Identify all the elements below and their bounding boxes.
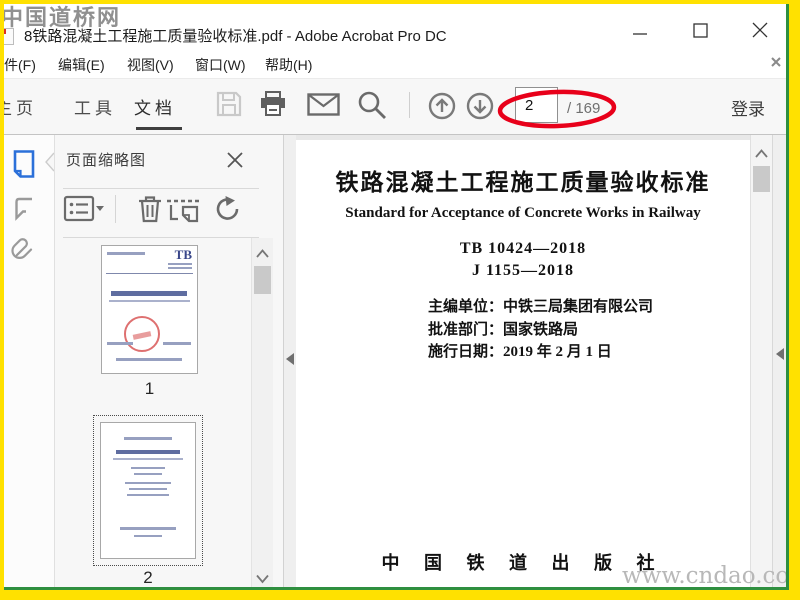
thumbnail-tb-code: TB bbox=[174, 247, 192, 262]
minimize-button-icon[interactable] bbox=[631, 24, 649, 42]
document-title-en: Standard for Acceptance of Concrete Work… bbox=[345, 205, 701, 221]
document-title-cn: 铁路混凝土工程施工质量验收标准 bbox=[335, 170, 711, 195]
thumbnail-page-2[interactable] bbox=[100, 422, 196, 559]
active-tab-underline bbox=[136, 127, 182, 130]
document-top-edge bbox=[296, 135, 750, 140]
save-icon[interactable] bbox=[215, 90, 243, 118]
document-code-tb: TB 10424—2018 bbox=[459, 240, 587, 257]
document-chief-editor: 主编单位：中铁三局集团有限公司 bbox=[428, 299, 654, 315]
document-effective-date: 施行日期：2019 年 2 月 1 日 bbox=[428, 344, 612, 360]
page-number-input[interactable] bbox=[515, 87, 558, 123]
tab-document[interactable]: 文档 bbox=[134, 94, 176, 119]
menu-bar bbox=[4, 48, 786, 78]
menubar-close-icon[interactable] bbox=[770, 56, 782, 68]
panel-divider bbox=[63, 237, 259, 238]
menu-edit[interactable]: 编辑(E) bbox=[58, 55, 105, 75]
tab-home[interactable]: 主页 bbox=[4, 94, 37, 119]
document-code-j: J 1155—2018 bbox=[471, 262, 575, 279]
login-button[interactable]: 登录 bbox=[731, 95, 765, 120]
menu-help[interactable]: 帮助(H) bbox=[265, 55, 312, 75]
thumbnail-options-icon[interactable] bbox=[63, 194, 105, 224]
menu-view[interactable]: 视图(V) bbox=[127, 55, 174, 75]
document-scrollbar[interactable] bbox=[750, 135, 772, 587]
document-scroll-up-icon[interactable] bbox=[754, 148, 769, 159]
watermark-top-left: 中国道桥网 bbox=[4, 5, 122, 30]
collapse-panel-arrow-icon[interactable] bbox=[286, 353, 294, 365]
page-total-label: / 169 bbox=[567, 100, 601, 117]
acrobat-window: 8铁路混凝土工程施工质量验收标准.pdf - Adobe Acrobat Pro… bbox=[4, 4, 789, 590]
delete-pages-icon[interactable] bbox=[137, 194, 163, 224]
scroll-down-icon[interactable] bbox=[255, 573, 270, 584]
panel-toolbar-separator bbox=[115, 195, 116, 223]
watermark-bottom-right: www.cndao.com bbox=[622, 563, 789, 589]
previous-page-icon[interactable] bbox=[428, 92, 456, 120]
title-bar: 8铁路混凝土工程施工质量验收标准.pdf - Adobe Acrobat Pro… bbox=[4, 4, 786, 48]
document-scrollbar-thumb[interactable] bbox=[753, 166, 770, 192]
email-icon[interactable] bbox=[307, 93, 341, 117]
page-thumbnails-panel: 页面缩略图 TB 1 2 bbox=[54, 135, 283, 587]
page-thumbnails-icon[interactable] bbox=[11, 149, 37, 179]
thumbnail-label-1: 1 bbox=[144, 379, 155, 398]
maximize-button-icon[interactable] bbox=[692, 22, 710, 40]
expand-tools-pane-arrow-icon[interactable] bbox=[776, 348, 784, 360]
thumbnail-page-1[interactable]: TB bbox=[101, 245, 198, 374]
thumbnail-label-2: 2 bbox=[143, 568, 153, 587]
crop-pages-icon[interactable] bbox=[165, 194, 203, 224]
print-icon[interactable] bbox=[259, 90, 287, 118]
menu-window[interactable]: 窗口(W) bbox=[195, 55, 246, 75]
search-icon[interactable] bbox=[356, 89, 388, 121]
red-seal-stamp bbox=[124, 316, 160, 352]
tab-tools[interactable]: 工具 bbox=[74, 94, 116, 119]
attachments-icon[interactable] bbox=[10, 236, 36, 264]
scroll-up-icon[interactable] bbox=[255, 248, 270, 259]
panel-divider bbox=[63, 188, 259, 189]
tools-pane-collapse-strip[interactable] bbox=[772, 135, 786, 587]
close-button-icon[interactable] bbox=[751, 21, 769, 39]
next-page-icon[interactable] bbox=[466, 92, 494, 120]
menu-file[interactable]: 文件(F) bbox=[4, 55, 36, 75]
rotate-pages-icon[interactable] bbox=[213, 193, 245, 225]
toolbar bbox=[4, 78, 786, 135]
toolbar-separator bbox=[409, 92, 410, 118]
panel-title: 页面缩略图 bbox=[66, 152, 147, 169]
panel-close-icon[interactable] bbox=[225, 150, 245, 170]
document-approval: 批准部门：国家铁路局 bbox=[428, 322, 579, 338]
bookmarks-icon[interactable] bbox=[12, 195, 36, 223]
document-page bbox=[296, 135, 750, 587]
thumbnails-scrollbar-thumb[interactable] bbox=[254, 266, 271, 294]
